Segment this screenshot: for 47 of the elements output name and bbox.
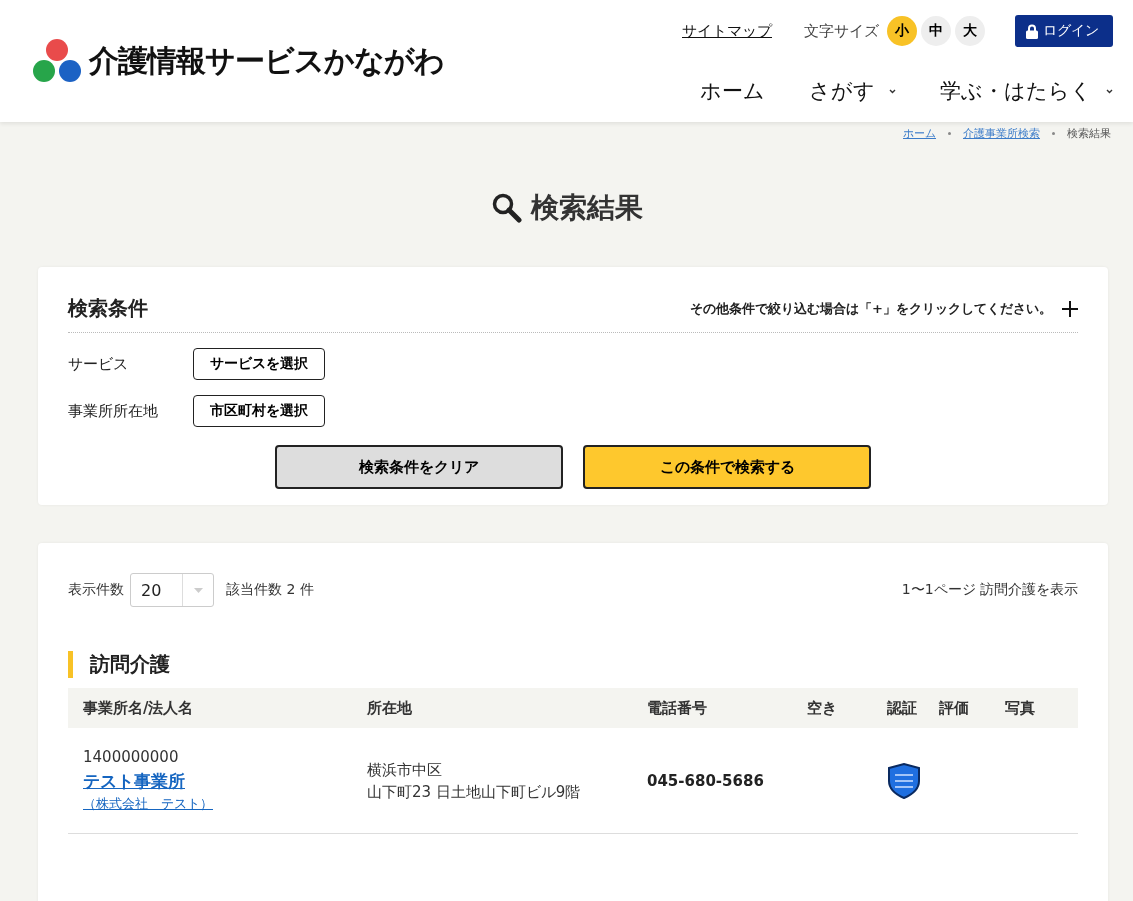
column-header: 認証 — [887, 698, 918, 718]
font-size-button[interactable]: 中 — [921, 16, 951, 46]
separator-icon — [1052, 132, 1055, 135]
search-button[interactable]: この条件で検索する — [583, 445, 871, 489]
page-title: 検索結果 — [530, 190, 643, 226]
phone-number: 045-680-5686 — [647, 771, 765, 790]
column-header: 空き — [807, 698, 838, 718]
result-count: 該当件数 2 件 — [226, 581, 314, 599]
nav-link[interactable]: 学ぶ・はたらく — [940, 77, 1113, 105]
office-link[interactable]: テスト事業所 — [83, 770, 367, 793]
address-line: 横浜市中区 — [367, 759, 443, 781]
breadcrumb-link[interactable]: ホーム — [903, 126, 936, 141]
caret-icon — [193, 587, 203, 593]
corporation-link[interactable]: （株式会社 テスト） — [83, 795, 367, 813]
section-title: 検索条件 — [68, 295, 149, 322]
nav-link[interactable]: さがす — [809, 77, 896, 105]
page-info: 1〜1ページ 訪問介護を表示 — [901, 581, 1078, 599]
category-heading: 訪問介護 — [68, 651, 1078, 678]
per-page-label: 表示件数 — [68, 581, 124, 599]
column-header: 評価 — [939, 698, 970, 718]
site-name[interactable]: 介護情報サービスかながわ — [89, 40, 444, 82]
nav-link[interactable]: ホーム — [700, 77, 765, 105]
address-line: 山下町23 日土地山下町ビル9階 — [367, 781, 582, 803]
font-size-button[interactable]: 大 — [955, 16, 985, 46]
separator-icon — [948, 132, 951, 135]
field-label: 事業所所在地 — [68, 401, 159, 421]
hint-text: その他条件で絞り込む場合は「+」をクリックしてください。 — [690, 299, 1052, 318]
lock-icon — [1026, 23, 1038, 39]
field-label: サービス — [68, 354, 129, 374]
column-header: 所在地 — [367, 698, 413, 718]
login-button[interactable]: ログイン — [1015, 15, 1113, 47]
breadcrumb-link[interactable]: 介護事業所検索 — [963, 126, 1040, 141]
column-header: 事業所名/法人名 — [83, 698, 195, 718]
select-button[interactable]: 市区町村を選択 — [193, 395, 325, 427]
sitemap-link[interactable]: サイトマップ — [682, 21, 772, 41]
clear-button[interactable]: 検索条件をクリア — [275, 445, 563, 489]
current-page-label: 検索結果 — [1067, 126, 1111, 141]
per-page-select[interactable]: 20 — [130, 573, 214, 607]
search-icon — [490, 192, 523, 224]
font-size-label: 文字サイズ — [804, 21, 879, 41]
logo-icon — [33, 38, 81, 84]
office-id: 1400000000 — [83, 748, 180, 766]
column-header: 写真 — [1005, 698, 1036, 718]
font-size-button[interactable]: 小 — [887, 16, 917, 46]
plus-icon[interactable] — [1062, 300, 1078, 317]
column-header: 電話番号 — [647, 698, 708, 718]
select-button[interactable]: サービスを選択 — [193, 348, 325, 380]
